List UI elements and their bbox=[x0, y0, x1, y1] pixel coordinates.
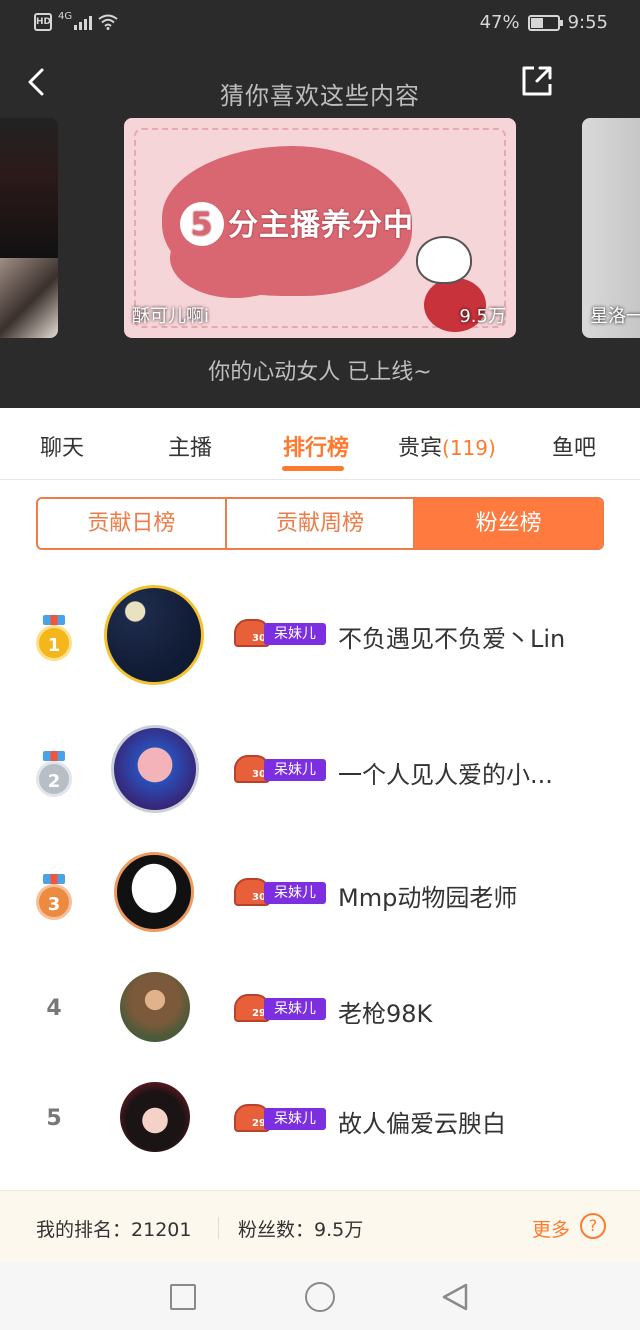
back-triangle-icon[interactable] bbox=[440, 1282, 470, 1312]
cat-illustration bbox=[416, 236, 472, 284]
tab-vip-label: 贵宾 bbox=[398, 436, 443, 461]
signal-icon bbox=[74, 14, 93, 30]
avatar[interactable] bbox=[120, 1082, 190, 1152]
fan-badge: 30 呆妹儿 bbox=[234, 755, 326, 783]
divider bbox=[218, 1217, 219, 1239]
carousel-card-main[interactable]: 5 分主播养分中 酥可儿啊i 9.5万 bbox=[124, 118, 516, 338]
hd-icon: HD bbox=[34, 13, 52, 31]
share-icon[interactable] bbox=[520, 64, 554, 98]
status-bar: HD 4G 47% 9:55 bbox=[0, 0, 640, 48]
fan-badge-name: 呆妹儿 bbox=[264, 1108, 326, 1130]
avatar[interactable] bbox=[120, 972, 190, 1042]
tab-fish-bar[interactable]: 鱼吧 bbox=[552, 430, 596, 462]
fan-badge-name: 呆妹儿 bbox=[264, 998, 326, 1020]
card-streamer-name: 酥可儿啊i bbox=[132, 306, 210, 327]
ranking-row[interactable]: 3 30 呆妹儿 Mmp动物园老师 bbox=[0, 852, 640, 952]
carousel-subtitle: 你的心动女人 已上线~ bbox=[208, 360, 432, 385]
fans-count: 粉丝数：9.5万 bbox=[238, 1215, 363, 1242]
tab-vip[interactable]: 贵宾(119) bbox=[398, 430, 496, 462]
status-right: 47% 9:55 bbox=[480, 12, 608, 33]
recent-apps-icon[interactable] bbox=[170, 1284, 196, 1310]
ranking-row[interactable]: 4 29 呆妹儿 老枪98K bbox=[0, 972, 640, 1072]
wifi-icon bbox=[98, 14, 118, 30]
segment-fans[interactable]: 粉丝榜 bbox=[415, 499, 602, 548]
card-streamer-name: 星洛一 bbox=[590, 306, 640, 327]
more-link[interactable]: 更多 bbox=[532, 1215, 570, 1242]
my-rank: 我的排名：21201 bbox=[36, 1215, 191, 1242]
gold-medal-icon: 1 bbox=[36, 615, 72, 663]
my-rank-bar: 我的排名：21201 粉丝数：9.5万 更多 ? bbox=[0, 1190, 640, 1262]
tab-chat[interactable]: 聊天 bbox=[40, 430, 84, 462]
fan-name: 一个人见人爱的小... bbox=[338, 761, 553, 789]
tab-vip-count: (119) bbox=[442, 436, 496, 460]
fan-name: 老枪98K bbox=[338, 1000, 433, 1028]
fan-badge-name: 呆妹儿 bbox=[264, 623, 326, 645]
avatar[interactable] bbox=[104, 585, 204, 685]
card-viewer-count: 9.5万 bbox=[459, 306, 506, 327]
fan-badge: 30 呆妹儿 bbox=[234, 619, 326, 647]
ranking-row[interactable]: 2 30 呆妹儿 一个人见人爱的小... bbox=[0, 725, 640, 825]
clock: 9:55 bbox=[567, 12, 608, 33]
card-thumbnail-bottom bbox=[0, 258, 58, 338]
fan-badge: 29 呆妹儿 bbox=[234, 1104, 326, 1132]
carousel-card-left[interactable] bbox=[0, 118, 58, 338]
network-type: 4G bbox=[58, 10, 73, 22]
segment-weekly-contribution[interactable]: 贡献周榜 bbox=[226, 499, 416, 548]
tab-ranking[interactable]: 排行榜 bbox=[283, 430, 349, 462]
tab-anchor[interactable]: 主播 bbox=[168, 430, 212, 462]
ranking-row[interactable]: 5 29 呆妹儿 故人偏爱云腴白 bbox=[0, 1082, 640, 1182]
tab-bar: 聊天 主播 排行榜 贵宾(119) 鱼吧 bbox=[0, 408, 640, 480]
card-headline-number: 5 bbox=[180, 202, 224, 246]
fan-badge: 30 呆妹儿 bbox=[234, 878, 326, 906]
fan-name: 不负遇见不负爱丶Lin bbox=[338, 625, 566, 653]
ranking-type-switch: 贡献日榜 贡献周榜 粉丝榜 bbox=[36, 497, 604, 550]
avatar[interactable] bbox=[111, 725, 199, 813]
my-rank-label: 我的排名： bbox=[36, 1219, 132, 1241]
carousel-card-right[interactable]: 星洛一 bbox=[582, 118, 640, 338]
avatar[interactable] bbox=[114, 852, 194, 932]
battery-fill bbox=[530, 17, 543, 28]
status-left: HD 4G bbox=[34, 10, 118, 31]
silver-medal-icon: 2 bbox=[36, 751, 72, 799]
help-icon[interactable]: ? bbox=[580, 1213, 606, 1239]
battery-icon bbox=[527, 14, 563, 31]
rank-number: 5 bbox=[46, 1106, 62, 1131]
bronze-medal-icon: 3 bbox=[36, 874, 72, 922]
home-icon[interactable] bbox=[305, 1282, 335, 1312]
card-thumbnail-top bbox=[0, 118, 58, 258]
fan-name: Mmp动物园老师 bbox=[338, 884, 518, 912]
ranking-row[interactable]: 1 30 呆妹儿 不负遇见不负爱丶Lin bbox=[0, 585, 640, 685]
card-headline-text: 分主播养分中 bbox=[228, 208, 414, 243]
card-headline: 5 分主播养分中 bbox=[180, 200, 414, 246]
battery-percent: 47% bbox=[479, 12, 520, 33]
fans-count-value: 9.5万 bbox=[314, 1219, 364, 1241]
fan-badge-name: 呆妹儿 bbox=[264, 882, 326, 904]
fan-badge: 29 呆妹儿 bbox=[234, 994, 326, 1022]
recommendation-panel: 猜你喜欢这些内容 5 分主播养分中 酥可儿啊i 9.5万 星洛一 你的心动女人 已… bbox=[0, 48, 640, 408]
rank-number: 4 bbox=[46, 996, 62, 1021]
my-rank-value: 21201 bbox=[131, 1219, 192, 1241]
segment-daily-contribution[interactable]: 贡献日榜 bbox=[38, 499, 227, 548]
fan-badge-name: 呆妹儿 bbox=[264, 759, 326, 781]
system-nav-bar bbox=[0, 1262, 640, 1330]
fans-count-label: 粉丝数： bbox=[238, 1219, 315, 1241]
active-tab-indicator bbox=[282, 466, 344, 471]
fan-name: 故人偏爱云腴白 bbox=[338, 1110, 506, 1138]
